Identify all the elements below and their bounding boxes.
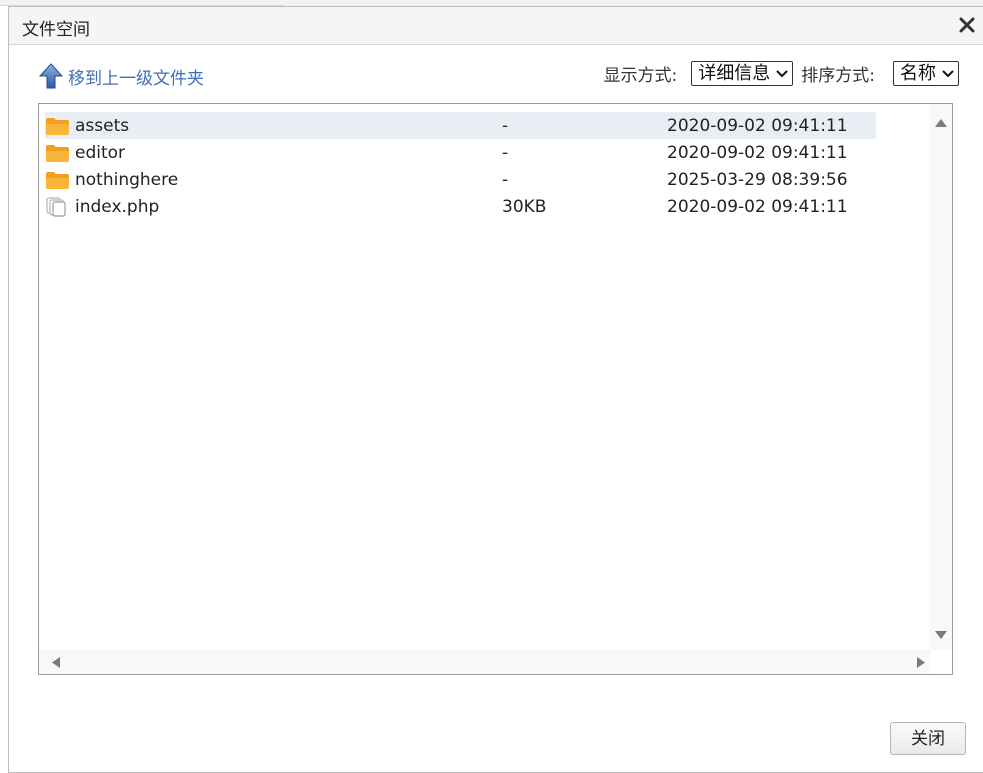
scroll-down-icon[interactable] (934, 630, 948, 640)
go-up-folder-label: 移到上一级文件夹 (68, 68, 204, 89)
view-mode-value: 详细信息 (698, 63, 771, 84)
chevron-down-icon (942, 70, 954, 78)
up-arrow-icon (39, 63, 63, 89)
folder-icon (46, 172, 69, 189)
file-row[interactable]: editor - 2020-09-02 09:41:11 (45, 139, 876, 166)
dialog-titlebar: 文件空间 (9, 7, 983, 45)
file-icon (46, 197, 66, 217)
file-row[interactable]: assets - 2020-09-02 09:41:11 (45, 112, 876, 139)
file-date: 2025-03-29 08:39:56 (667, 170, 848, 190)
file-size: - (502, 143, 509, 163)
scroll-up-icon[interactable] (934, 118, 948, 128)
file-date: 2020-09-02 09:41:11 (667, 197, 848, 217)
view-mode-select[interactable]: 详细信息 (691, 61, 794, 86)
file-row[interactable]: nothinghere - 2025-03-29 08:39:56 (45, 166, 876, 193)
file-date: 2020-09-02 09:41:11 (667, 116, 848, 136)
close-button[interactable]: 关闭 (890, 722, 966, 755)
file-date: 2020-09-02 09:41:11 (667, 143, 848, 163)
chevron-down-icon (776, 70, 788, 78)
file-space-dialog: 文件空间 移到上一级文件夹 显示方式: 详细信息 排序方式: 名称 assets… (8, 6, 983, 773)
close-icon[interactable] (957, 15, 977, 35)
scroll-left-icon[interactable] (51, 656, 61, 669)
file-name: assets (75, 116, 130, 136)
folder-icon (46, 118, 69, 135)
vertical-scrollbar[interactable] (930, 104, 952, 650)
file-row[interactable]: index.php 30KB 2020-09-02 09:41:11 (45, 193, 876, 220)
sort-mode-label: 排序方式: (801, 66, 875, 86)
file-size: - (502, 170, 509, 190)
go-up-folder-link[interactable]: 移到上一级文件夹 (39, 63, 204, 89)
file-list: assets - 2020-09-02 09:41:11 editor - 20… (45, 112, 876, 220)
dialog-title: 文件空间 (22, 20, 90, 40)
file-size: - (502, 116, 509, 136)
file-list-panel: assets - 2020-09-02 09:41:11 editor - 20… (38, 103, 953, 675)
horizontal-scrollbar[interactable] (39, 650, 930, 674)
view-sort-controls: 显示方式: 详细信息 排序方式: 名称 (604, 61, 959, 86)
file-name: index.php (75, 197, 160, 217)
file-name: editor (75, 143, 126, 163)
scroll-right-icon[interactable] (916, 656, 926, 669)
file-name: nothinghere (75, 170, 179, 190)
sort-mode-select[interactable]: 名称 (893, 61, 959, 86)
file-size: 30KB (502, 197, 547, 217)
toolbar: 移到上一级文件夹 显示方式: 详细信息 排序方式: 名称 (39, 61, 959, 91)
folder-icon (46, 145, 69, 162)
sort-mode-value: 名称 (900, 63, 936, 84)
view-mode-label: 显示方式: (603, 66, 678, 86)
